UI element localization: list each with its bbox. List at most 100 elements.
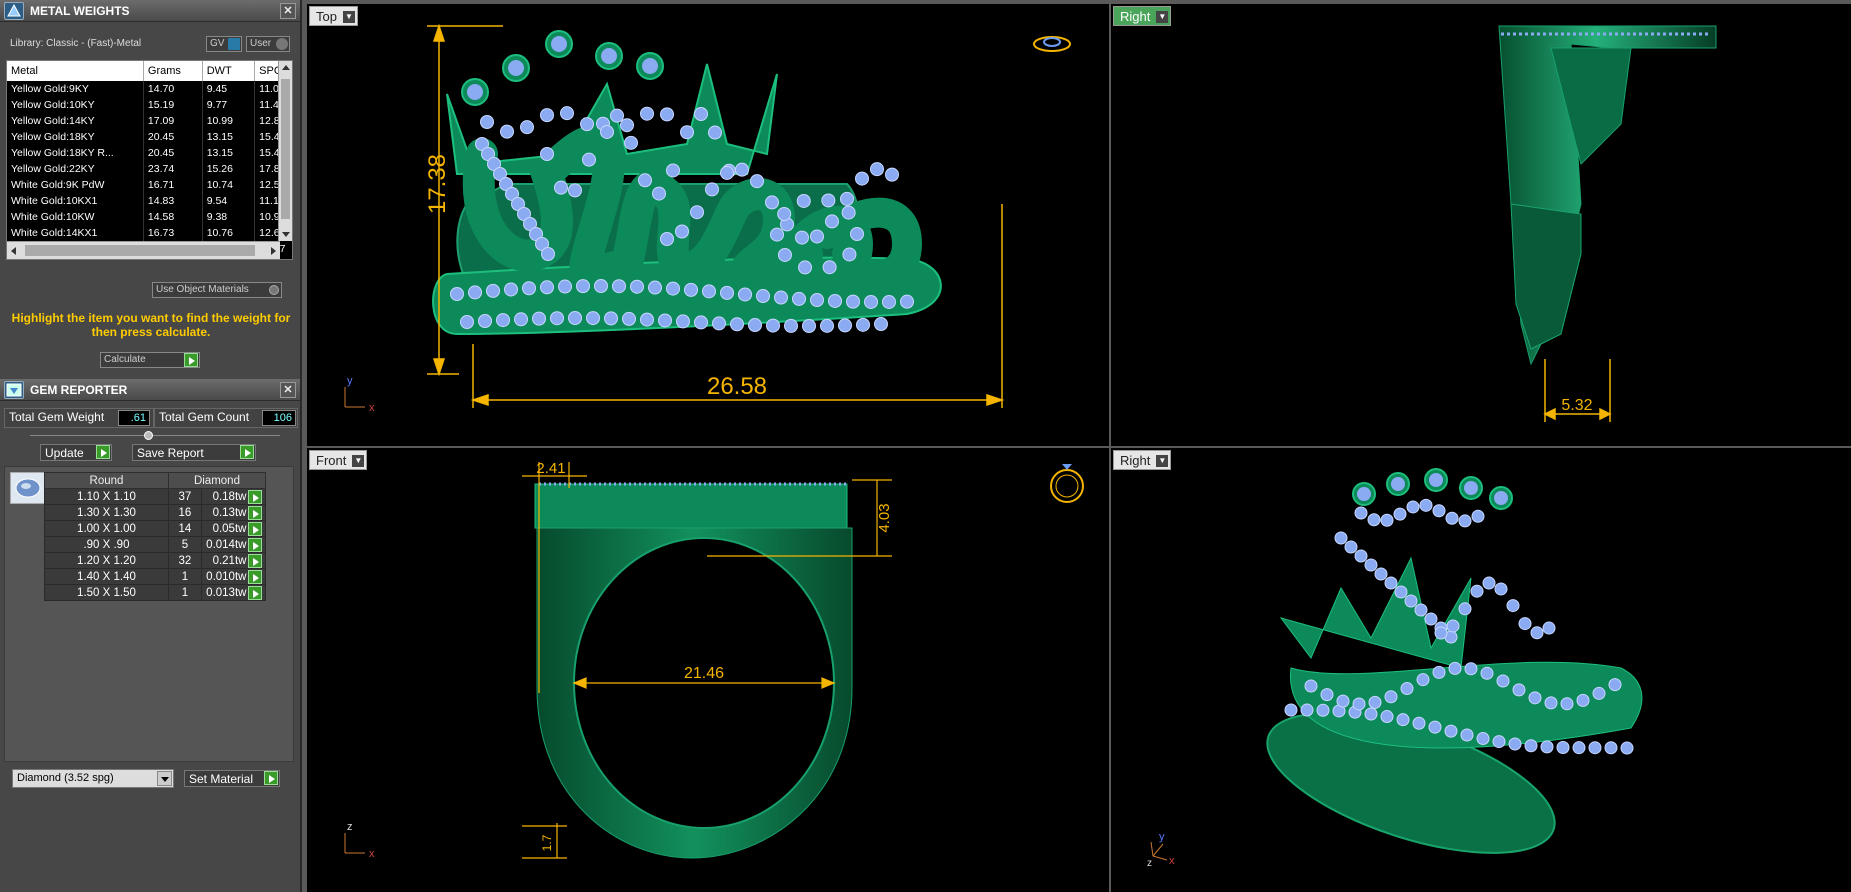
- gem-stone: [821, 193, 836, 208]
- select-gem-button[interactable]: [248, 520, 266, 537]
- count-cell: 14: [167, 520, 202, 537]
- metal-cell: Yellow Gold:9KY: [7, 81, 144, 97]
- gem-table[interactable]: Round Diamond 1.10 X 1.10 37 0.18tw 1.30 X …: [44, 472, 267, 601]
- set-material-button[interactable]: Set Material: [184, 770, 280, 787]
- gem-material-select[interactable]: Diamond (3.52 spg): [12, 769, 174, 788]
- table-row[interactable]: Yellow Gold:22KY 23.74 15.26 17.89: [7, 161, 292, 177]
- splitter-handle[interactable]: [144, 431, 153, 440]
- viewport-front[interactable]: Front ▼ 2.41 4.03 21.46 1.7 z x: [307, 448, 1109, 892]
- column-header-metal[interactable]: Metal: [7, 61, 144, 81]
- gem-row[interactable]: 1.50 X 1.50 1 0.013tw: [44, 584, 266, 601]
- size-cell: 1.20 X 1.20: [44, 552, 169, 569]
- table-row[interactable]: Yellow Gold:18KY R... 20.45 13.15 15.41: [7, 145, 292, 161]
- gem-stone: [1432, 665, 1446, 679]
- viewport-right-lower[interactable]: Right ▼ y z x: [1111, 448, 1851, 892]
- save-report-button[interactable]: Save Report: [132, 444, 256, 461]
- select-gem-button[interactable]: [248, 584, 266, 601]
- gem-stone: [638, 173, 652, 188]
- gem-stone: [1380, 513, 1394, 527]
- gem-row[interactable]: 1.00 X 1.00 14 0.05tw: [44, 520, 266, 537]
- gem-row[interactable]: .90 X .90 5 0.014tw: [44, 536, 266, 553]
- grams-cell: 16.71: [143, 177, 203, 193]
- select-gem-button[interactable]: [248, 536, 266, 553]
- gem-row[interactable]: 1.20 X 1.20 32 0.21tw: [44, 552, 266, 569]
- gem-stone: [705, 182, 719, 197]
- gem-stone: [841, 205, 856, 220]
- column-header-grams[interactable]: Grams: [143, 61, 203, 81]
- select-gem-button[interactable]: [248, 504, 266, 521]
- scroll-thumb[interactable]: [281, 79, 290, 219]
- weight-cell: 0.010tw: [200, 568, 250, 585]
- total-gem-count-value: 106: [262, 410, 296, 426]
- gem-row[interactable]: 1.40 X 1.40 1 0.010tw: [44, 568, 266, 585]
- gem-stone: [1334, 531, 1348, 545]
- table-row[interactable]: White Gold:10KW 14.58 9.38 10.99: [7, 209, 292, 225]
- gem-stone: [690, 205, 704, 220]
- table-row[interactable]: White Gold:9K PdW 16.71 10.74 12.59: [7, 177, 292, 193]
- gv-indicator-icon: [228, 38, 240, 50]
- gem-stone: [1588, 741, 1602, 755]
- scroll-up-icon[interactable]: [282, 65, 290, 70]
- table-row[interactable]: Yellow Gold:9KY 14.70 9.45 11.08: [7, 81, 292, 97]
- count-cell: 37: [167, 488, 202, 505]
- gem-stone: [540, 108, 554, 123]
- gem-stone: [622, 311, 636, 326]
- play-icon: [96, 445, 110, 459]
- table-row[interactable]: Yellow Gold:14KY 17.09 10.99 12.88: [7, 113, 292, 129]
- calculate-button[interactable]: Calculate: [100, 352, 200, 368]
- size-cell: 1.40 X 1.40: [44, 568, 169, 585]
- gem-stone: [882, 294, 896, 309]
- gem-stone: [1604, 741, 1618, 755]
- library-label: Library: Classic - (Fast)-Metal: [10, 38, 142, 49]
- grams-cell: 14.58: [143, 209, 203, 225]
- gem-stone: [660, 232, 674, 246]
- gem-stone: [1530, 626, 1544, 640]
- update-button[interactable]: Update: [40, 444, 112, 461]
- metal-weights-table[interactable]: Metal Grams DWT SPG Yellow Gold:9KY 14.70…: [6, 60, 293, 260]
- gem-stone: [1368, 695, 1382, 709]
- gem-stone: [1496, 674, 1510, 688]
- select-gem-button[interactable]: [248, 552, 266, 569]
- viewport-top[interactable]: Top ▼ 17.38 26.58 y x: [307, 4, 1109, 446]
- update-label: Update: [45, 446, 84, 460]
- axis-x-label: x: [369, 848, 375, 860]
- gem-row[interactable]: 1.30 X 1.30 16 0.13tw: [44, 504, 266, 521]
- gem-stone: [1364, 558, 1378, 572]
- table-row[interactable]: Yellow Gold:10KY 15.19 9.77 11.45: [7, 97, 292, 113]
- gem-stone: [630, 279, 644, 294]
- horizontal-scrollbar[interactable]: [7, 241, 280, 259]
- viewport-right-upper[interactable]: Right ▼ 5.32: [1111, 4, 1851, 446]
- axis-z-label: z: [347, 821, 353, 833]
- scroll-right-icon[interactable]: [271, 247, 276, 255]
- gem-stone: [500, 124, 514, 139]
- gem-stone: [1544, 696, 1558, 710]
- table-row[interactable]: White Gold:10KX1 14.83 9.54 11.18: [7, 193, 292, 209]
- metal-weights-close-button[interactable]: ✕: [280, 3, 296, 19]
- hscroll-thumb[interactable]: [25, 245, 255, 256]
- gem-stone: [735, 162, 749, 177]
- chevron-down-icon[interactable]: [157, 771, 172, 786]
- gem-stone: [576, 279, 590, 294]
- user-toggle[interactable]: User: [246, 36, 290, 52]
- gem-stone: [855, 171, 869, 186]
- gem-reporter-close-button[interactable]: ✕: [280, 382, 296, 398]
- gem-stone: [798, 260, 813, 275]
- gem-totals-row: Total Gem Weight .61 Total Gem Count 106: [4, 408, 298, 430]
- size-cell: 1.10 X 1.10: [44, 488, 169, 505]
- gem-row[interactable]: 1.10 X 1.10 37 0.18tw: [44, 488, 266, 505]
- select-gem-button[interactable]: [248, 568, 266, 585]
- gem-stone: [450, 287, 464, 301]
- gem-stone: [1428, 720, 1442, 734]
- column-header-dwt[interactable]: DWT: [202, 61, 256, 81]
- gem-stone: [1367, 513, 1381, 527]
- table-row[interactable]: White Gold:14KX1 16.73 10.76 12.61: [7, 225, 292, 241]
- scroll-down-icon[interactable]: [282, 232, 290, 237]
- gem-stone: [1492, 735, 1506, 749]
- vertical-scrollbar[interactable]: [278, 61, 292, 241]
- use-object-materials-toggle[interactable]: Use Object Materials: [152, 282, 282, 298]
- select-gem-button[interactable]: [248, 488, 266, 505]
- scroll-left-icon[interactable]: [11, 247, 16, 255]
- gv-toggle[interactable]: GV: [206, 36, 242, 52]
- gem-stone: [1560, 697, 1574, 711]
- table-row[interactable]: Yellow Gold:18KY 20.45 13.15 15.41: [7, 129, 292, 145]
